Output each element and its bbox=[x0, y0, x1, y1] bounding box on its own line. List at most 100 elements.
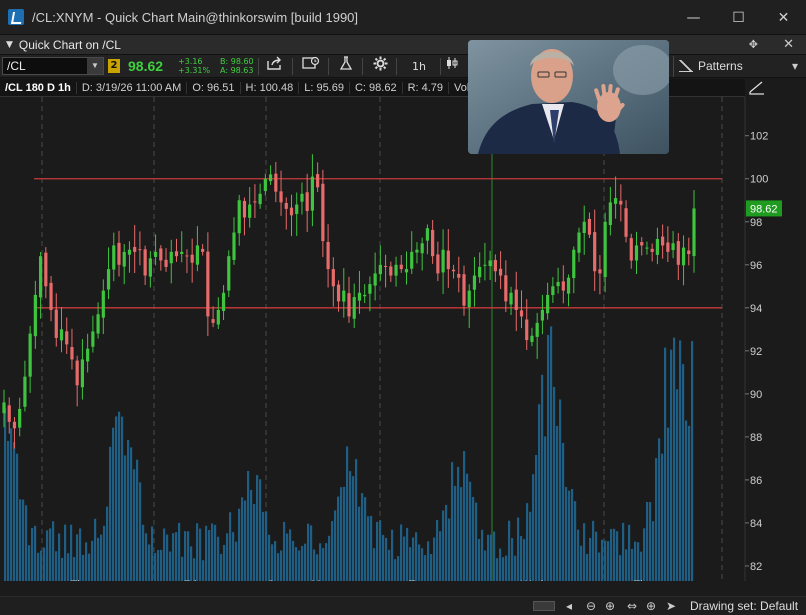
volume-bar bbox=[682, 364, 685, 581]
price-chart[interactable]: 82 84 86 88 90 92 94 96 98 100 102 Thu Fri Sun Mon Tue… bbox=[0, 97, 806, 581]
price-tick-label: 90 bbox=[750, 389, 762, 401]
volume-bar bbox=[100, 534, 103, 581]
price-tick-label: 92 bbox=[750, 346, 762, 358]
volume-bar bbox=[445, 504, 448, 581]
candle-body bbox=[305, 192, 309, 212]
candle-body bbox=[300, 193, 304, 202]
zoom-in-icon[interactable]: ⊕ bbox=[601, 597, 619, 615]
volume-bar bbox=[541, 374, 544, 581]
link-group-badge[interactable]: 2 bbox=[108, 59, 120, 73]
volume-bar bbox=[394, 559, 397, 581]
volume-bar bbox=[478, 538, 481, 581]
volume-bar bbox=[523, 539, 526, 581]
volume-bar bbox=[304, 543, 307, 581]
candle-body bbox=[629, 238, 633, 261]
candle-body bbox=[368, 284, 372, 294]
scroll-left-icon[interactable]: ◂ bbox=[560, 597, 578, 615]
candle-body bbox=[394, 264, 398, 276]
aggregation-period-button[interactable]: 1h bbox=[408, 56, 430, 77]
crosshair-icon[interactable]: ⊕ bbox=[642, 597, 660, 615]
patterns-button[interactable]: Patterns bbox=[673, 56, 769, 77]
volume-bar bbox=[514, 555, 517, 581]
drawing-pen-icon[interactable] bbox=[748, 80, 766, 96]
panel-close-button[interactable]: ✕ bbox=[783, 37, 794, 52]
volume-bar bbox=[580, 545, 583, 581]
volume-bar bbox=[424, 555, 427, 581]
toolbar-divider bbox=[440, 58, 441, 75]
volume-bar bbox=[364, 497, 367, 581]
volume-bar bbox=[196, 523, 199, 581]
candle-body bbox=[451, 269, 456, 272]
candle-body bbox=[598, 269, 602, 274]
volume-bar bbox=[301, 546, 304, 581]
candle-body bbox=[7, 405, 11, 422]
collapse-chevron-icon[interactable]: ▼ bbox=[6, 40, 13, 50]
candle-body bbox=[488, 260, 492, 267]
volume-bar bbox=[685, 420, 688, 581]
time-scrollbar-thumb[interactable] bbox=[533, 601, 555, 611]
volume-bar bbox=[94, 518, 97, 581]
volume-bar bbox=[106, 506, 109, 581]
volume-bar bbox=[103, 525, 106, 581]
volume-bar bbox=[472, 496, 475, 581]
symbol-input[interactable]: /CL ▼ bbox=[2, 57, 104, 75]
volume-bar bbox=[238, 508, 241, 581]
status-bar: ◂ ⊖ ⊕ ⇔ ⊕ ➤ Drawing set: Default bbox=[0, 596, 806, 615]
volume-bar bbox=[271, 544, 274, 581]
close-button[interactable]: ✕ bbox=[761, 0, 806, 35]
chart-toolbar: /CL ▼ 2 98.62 +3.16 +3.31% B: 98.60 A: 9… bbox=[0, 55, 806, 78]
volume-bar bbox=[463, 450, 466, 581]
volume-bar bbox=[667, 427, 670, 581]
video-overlay[interactable] bbox=[468, 40, 669, 154]
cursor-icon[interactable]: ➤ bbox=[662, 597, 680, 615]
drawing-set-label[interactable]: Drawing set: Default bbox=[690, 599, 798, 613]
toolbar-overflow-icon[interactable]: ▾ bbox=[792, 56, 798, 77]
volume-bar bbox=[34, 525, 37, 581]
candle-body bbox=[289, 207, 294, 216]
volume-bar bbox=[502, 557, 505, 581]
drawing-tools-icon[interactable] bbox=[442, 56, 462, 77]
volume-bar bbox=[205, 525, 208, 581]
window-controls: — ☐ ✕ bbox=[671, 0, 806, 35]
volume-bar bbox=[517, 517, 520, 581]
volume-bar bbox=[544, 436, 547, 581]
window-title-bar[interactable]: /CL:XNYM - Quick Chart Main@thinkorswim … bbox=[0, 0, 806, 35]
volume-bar bbox=[628, 524, 631, 581]
volume-bar bbox=[388, 549, 391, 581]
thinkorswim-app-icon bbox=[8, 9, 24, 25]
volume-bar bbox=[250, 489, 253, 581]
volume-bar bbox=[577, 529, 580, 581]
share-icon[interactable] bbox=[260, 56, 290, 77]
toolbar-divider bbox=[258, 58, 259, 75]
studies-flask-icon[interactable] bbox=[331, 56, 361, 77]
volume-bar bbox=[262, 511, 265, 581]
candle-body bbox=[634, 245, 639, 261]
volume-bar bbox=[148, 544, 151, 581]
volume-bar bbox=[526, 503, 529, 581]
volume-bar bbox=[562, 443, 565, 581]
volume-bar bbox=[229, 512, 232, 581]
maximize-button[interactable]: ☐ bbox=[716, 0, 761, 35]
pin-icon[interactable]: ✥ bbox=[749, 38, 758, 51]
volume-bar bbox=[373, 548, 376, 581]
candle-body bbox=[509, 292, 513, 305]
candle-body bbox=[404, 269, 409, 273]
volume-bar bbox=[469, 481, 472, 581]
zoom-out-icon[interactable]: ⊖ bbox=[582, 597, 600, 615]
snapshot-icon[interactable] bbox=[296, 56, 326, 77]
volume-bar bbox=[391, 529, 394, 581]
volume-bar bbox=[592, 520, 595, 581]
minimize-button[interactable]: — bbox=[671, 0, 716, 35]
volume-bar bbox=[679, 340, 682, 581]
symbol-period-label[interactable]: /CL 180 D 1h bbox=[0, 81, 77, 94]
volume-bar bbox=[646, 501, 649, 581]
symbol-dropdown-icon[interactable]: ▼ bbox=[87, 58, 103, 74]
volume-bar bbox=[457, 466, 460, 581]
candle-body bbox=[127, 249, 132, 255]
pan-icon[interactable]: ⇔ bbox=[623, 597, 641, 615]
volume-bar bbox=[43, 547, 46, 581]
volume-bar bbox=[547, 334, 550, 581]
gear-icon[interactable] bbox=[365, 56, 395, 77]
candle-body bbox=[49, 282, 53, 310]
price-tick-label: 94 bbox=[750, 303, 762, 315]
